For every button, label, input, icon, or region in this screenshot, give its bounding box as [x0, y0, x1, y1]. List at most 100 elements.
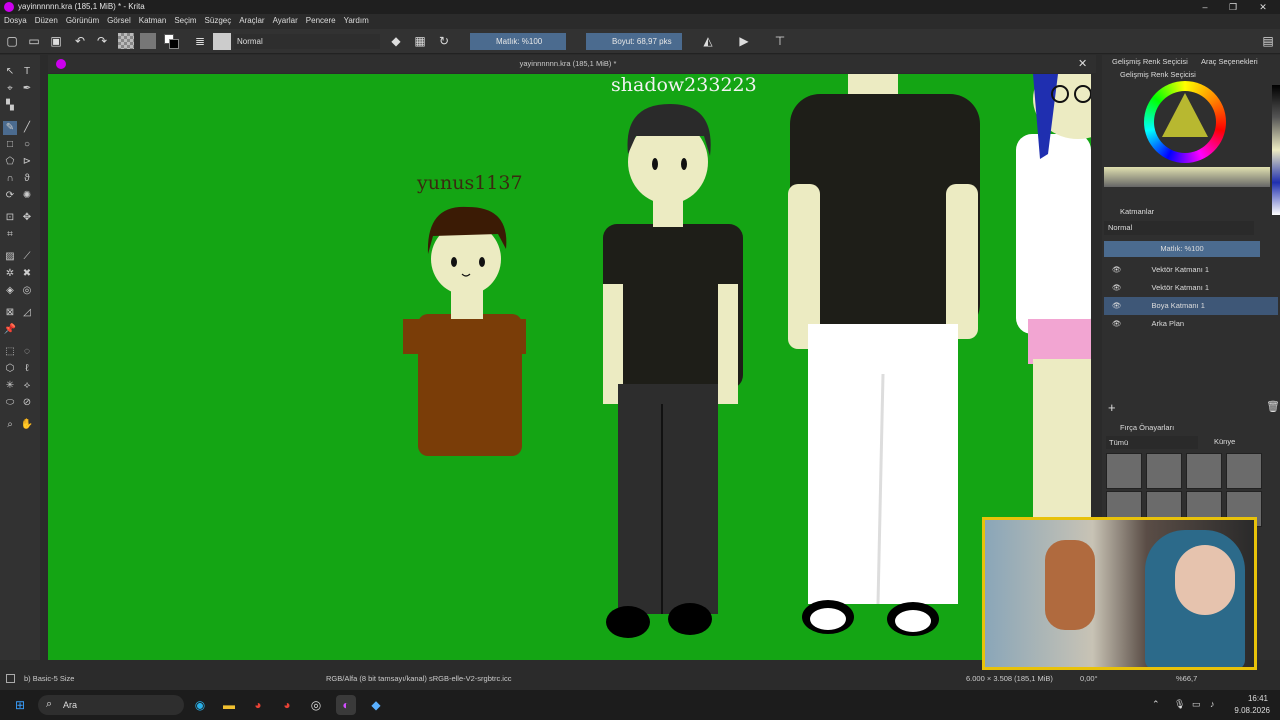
krita-taskbar-icon[interactable]: ◐	[336, 695, 356, 715]
contiguous-select-icon[interactable]: ✳	[3, 379, 17, 393]
rect-select-icon[interactable]: ⬚	[3, 345, 17, 359]
pattern-edit-icon[interactable]: ▚	[3, 99, 17, 113]
calligraphy-icon[interactable]: ✒	[20, 82, 34, 96]
pan-tool-icon[interactable]: ✋	[20, 418, 34, 432]
alpha-lock-icon[interactable]: ▦	[412, 33, 428, 49]
polyline-tool-icon[interactable]: ⊳	[20, 155, 34, 169]
tray-mic-icon[interactable]: 🎙	[1174, 699, 1185, 710]
freehand-path-icon[interactable]: ϑ	[20, 172, 34, 186]
color-triangle[interactable]	[1160, 91, 1210, 141]
layer-opacity-slider[interactable]: Matlık: %100	[1104, 241, 1260, 257]
chrome-profile-icon[interactable]: ◕	[277, 695, 297, 715]
layer-row-selected[interactable]: 👁 Boya Katmanı 1	[1104, 297, 1278, 315]
restore-icon[interactable]: ❐	[1216, 0, 1250, 14]
obs-icon[interactable]: ◎	[306, 695, 326, 715]
mirror-horizontal-icon[interactable]: ◭	[700, 33, 716, 49]
size-slider[interactable]: Boyut: 68,97 pks	[586, 33, 682, 50]
bezier-tool-icon[interactable]: ∩	[3, 172, 17, 186]
redo-icon[interactable]: ↷	[94, 33, 110, 49]
layer-row[interactable]: 👁 Vektör Katmanı 1	[1104, 279, 1278, 297]
magnetic-select-icon[interactable]: ⊘	[20, 396, 34, 410]
polygon-tool-icon[interactable]: ⬠	[3, 155, 17, 169]
select-shape-icon[interactable]: ↖	[3, 65, 17, 79]
menu-filter[interactable]: Süzgeç	[201, 14, 236, 27]
close-document-icon[interactable]: ✕	[1078, 57, 1087, 70]
edge-icon[interactable]: ◉	[190, 695, 210, 715]
drawing-canvas[interactable]: yunus1137 shadow233223	[48, 74, 1091, 660]
rectangle-tool-icon[interactable]: □	[3, 138, 17, 152]
similar-select-icon[interactable]: ⟡	[20, 379, 34, 393]
zoom-tool-icon[interactable]: ⌕	[3, 418, 17, 432]
file-explorer-icon[interactable]: ▬	[219, 695, 239, 715]
delete-layer-icon[interactable]: 🗑	[1266, 400, 1280, 413]
crop-tool-icon[interactable]: ⌗	[3, 228, 17, 242]
assistant-tool-icon[interactable]: ⊠	[3, 306, 17, 320]
reference-tool-icon[interactable]: 📌	[3, 323, 17, 337]
visibility-icon[interactable]: 👁	[1112, 265, 1122, 274]
windows-start-icon[interactable]: ⊞	[10, 695, 30, 715]
clock-date[interactable]: 9.08.2026	[1226, 706, 1270, 715]
undo-icon[interactable]: ↶	[72, 33, 88, 49]
clock-time[interactable]: 16:41	[1232, 694, 1268, 703]
tray-volume-icon[interactable]: ♪	[1210, 699, 1215, 709]
foreground-color-swatch[interactable]	[169, 39, 179, 49]
chrome-icon[interactable]: ◕	[248, 695, 268, 715]
fill-pattern-icon[interactable]	[118, 33, 134, 49]
layer-blend-select[interactable]: Normal	[1104, 221, 1254, 235]
brush-preset-icon[interactable]	[213, 33, 231, 50]
zoom-value[interactable]: %66,7	[1176, 674, 1197, 683]
opacity-slider[interactable]: Matlık: %100	[470, 33, 566, 50]
brush-preset[interactable]	[1106, 453, 1142, 489]
multibrush-icon[interactable]: ✺	[20, 189, 34, 203]
add-layer-icon[interactable]: +	[1108, 400, 1116, 415]
workspace-icon[interactable]: ▤	[1260, 33, 1276, 49]
tray-network-icon[interactable]: ▭	[1192, 699, 1201, 710]
document-title[interactable]: yayinnnnnn.kra (185,1 MiB) *	[48, 59, 1088, 68]
colorize-mask-icon[interactable]: ✲	[3, 267, 17, 281]
freehand-brush-icon[interactable]: ✎	[3, 121, 17, 135]
gradient-icon[interactable]	[140, 33, 156, 49]
menu-tools[interactable]: Araçlar	[235, 14, 268, 27]
brush-preset[interactable]	[1226, 453, 1262, 489]
menu-settings[interactable]: Ayarlar	[269, 14, 302, 27]
new-document-icon[interactable]: ▢	[4, 33, 20, 49]
close-icon[interactable]: ✕	[1246, 0, 1280, 14]
dynamic-brush-icon[interactable]: ⟳	[3, 189, 17, 203]
layer-row[interactable]: 👁 Arka Plan	[1104, 315, 1278, 333]
brush-preset[interactable]	[1146, 453, 1182, 489]
menu-file[interactable]: Dosya	[0, 14, 31, 27]
enclose-fill-icon[interactable]: ◎	[20, 284, 34, 298]
color-history-bar[interactable]	[1104, 167, 1270, 187]
measure-tool-icon[interactable]: ◿	[20, 306, 34, 320]
transform-tool-icon[interactable]: ⊡	[3, 211, 17, 225]
visibility-icon[interactable]: 👁	[1112, 319, 1122, 328]
menu-select[interactable]: Seçim	[170, 14, 200, 27]
layer-row[interactable]: 👁 Vektör Katmanı 1	[1104, 261, 1278, 279]
move-tool-icon[interactable]: ✥	[20, 211, 34, 225]
visibility-icon[interactable]: 👁	[1112, 283, 1122, 292]
brush-filter-select[interactable]: Tümü	[1106, 436, 1198, 449]
wrap-around-icon[interactable]: ⊤	[772, 33, 788, 49]
color-picker-icon[interactable]: ⟋	[20, 250, 34, 264]
gradient-tool-icon[interactable]: ▨	[3, 250, 17, 264]
open-icon[interactable]: ▭	[26, 33, 42, 49]
edit-shape-icon[interactable]: ⌖	[3, 82, 17, 96]
current-brush[interactable]: b) Basic-5 Size	[24, 674, 74, 683]
polygon-select-icon[interactable]: ⬡	[3, 362, 17, 376]
menu-edit[interactable]: Düzen	[31, 14, 62, 27]
brush-tag-label[interactable]: Künye	[1214, 437, 1235, 446]
app-icon[interactable]: ◆	[366, 695, 386, 715]
save-icon[interactable]: ▣	[48, 33, 64, 49]
search-box[interactable]: ⌕ Ara	[38, 695, 184, 715]
menu-image[interactable]: Görsel	[103, 14, 135, 27]
text-tool-icon[interactable]: T	[20, 65, 34, 79]
ellipse-tool-icon[interactable]: ○	[20, 138, 34, 152]
rotation-value[interactable]: 0,00°	[1080, 674, 1098, 683]
brush-settings-icon[interactable]: ≣	[192, 33, 208, 49]
menu-layer[interactable]: Katman	[135, 14, 171, 27]
color-patches[interactable]	[1272, 85, 1280, 215]
fill-tool-icon[interactable]: ◈	[3, 284, 17, 298]
line-tool-icon[interactable]: ╱	[20, 121, 34, 135]
visibility-icon[interactable]: 👁	[1112, 301, 1122, 310]
menu-help[interactable]: Yardım	[340, 14, 373, 27]
